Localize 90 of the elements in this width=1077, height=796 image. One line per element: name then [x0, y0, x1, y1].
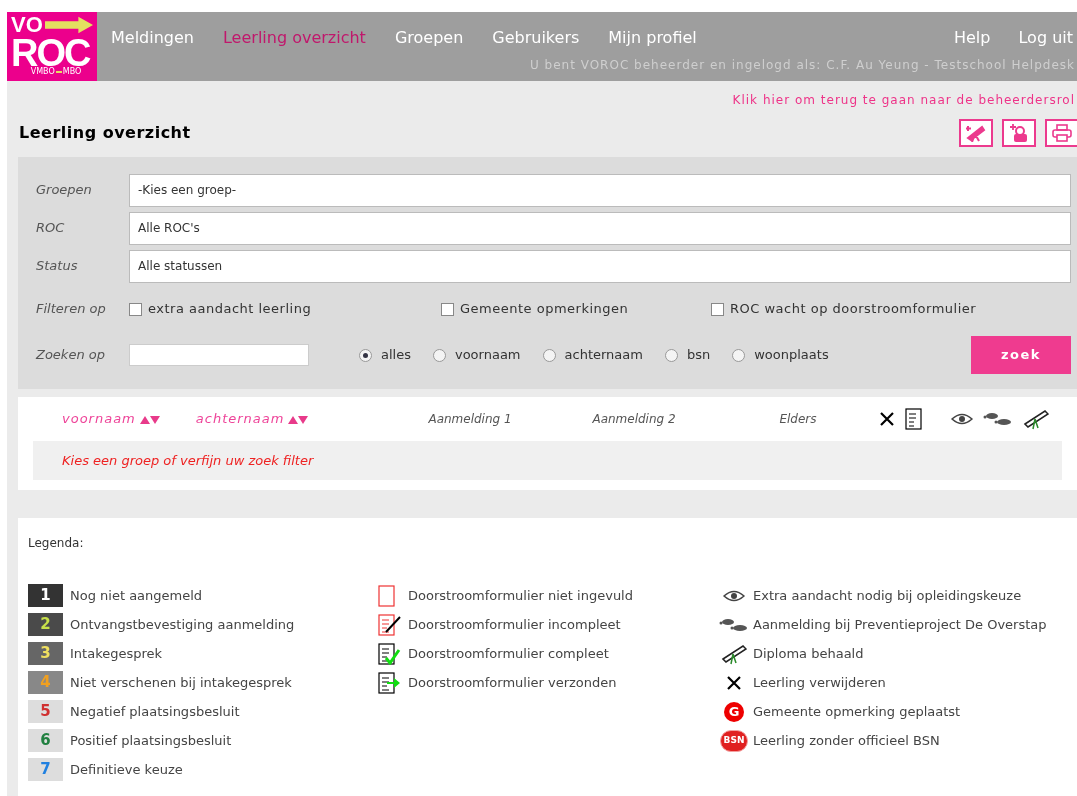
radio-label: achternaam [564, 346, 643, 365]
nav-link[interactable]: Leerling overzicht [223, 26, 366, 50]
select-field[interactable]: -Kies een groep- [129, 173, 1071, 207]
checkbox[interactable] [129, 302, 142, 316]
print-button[interactable] [1045, 119, 1077, 147]
legend-label: Gemeente opmerking geplaatst [753, 702, 961, 721]
legend-label: Leerling zonder officieel BSN [753, 731, 940, 750]
legend-label: Doorstroomformulier incompleet [408, 615, 621, 634]
radio-label: voornaam [454, 346, 521, 365]
gemeente-badge: G [724, 701, 744, 722]
checkbox[interactable] [441, 302, 454, 316]
nav-link[interactable]: Log uit [1018, 26, 1073, 50]
add-person-icon [1009, 123, 1029, 143]
close-icon [879, 411, 896, 427]
legend-label: Doorstroomformulier verzonden [408, 673, 617, 692]
checkbox[interactable] [711, 302, 724, 316]
document-icon [905, 408, 924, 430]
eye-icon [951, 413, 974, 425]
nav-link[interactable]: Meldingen [111, 26, 194, 50]
radio-button[interactable] [732, 348, 746, 362]
status-number: 6 [40, 733, 51, 748]
radio-button[interactable] [542, 348, 556, 362]
field-label: Groepen [36, 181, 93, 200]
logo-text: VO [11, 14, 43, 36]
close-icon [726, 674, 742, 691]
select-field[interactable]: Alle ROC's [129, 211, 1071, 245]
add-student-button[interactable] [1002, 119, 1036, 147]
status-number: 4 [40, 675, 51, 690]
sort-column-header[interactable]: achternaam [195, 409, 285, 429]
radio-label: alles [381, 346, 411, 365]
legend-label: Diploma behaald [753, 644, 864, 663]
legend-label: Niet verschenen bij intakegesprek [70, 673, 292, 692]
search-field[interactable] [129, 344, 309, 366]
legend-label: Extra aandacht nodig bij opleidingskeuze [753, 586, 1022, 605]
column-header: Elders [779, 411, 818, 428]
nav-link[interactable]: Help [954, 26, 991, 50]
legend-label: Definitieve keuze [70, 760, 183, 779]
status-number: 2 [40, 617, 51, 632]
printer-icon [1052, 124, 1072, 142]
radio-label: woonplaats [754, 346, 829, 365]
document-arrow-icon [378, 671, 402, 694]
diploma-button[interactable] [959, 119, 993, 147]
radio-button[interactable] [664, 348, 678, 362]
select-field[interactable]: Alle statussen [129, 249, 1071, 283]
status-number: 7 [40, 762, 51, 777]
legend-label: Aanmelding bij Preventieproject De Overstap [753, 615, 1047, 634]
document-icon [378, 584, 396, 607]
column-header: Aanmelding 2 [592, 411, 677, 428]
sort-arrows-icon [288, 414, 309, 424]
stop-sign-badge: BSN [720, 729, 748, 752]
legend-label: Nog niet aangemeld [70, 586, 203, 605]
search-button[interactable]: zoek [971, 336, 1071, 374]
legend-label: Positief plaatsingsbesluit [70, 731, 232, 750]
document-pen-icon [378, 613, 402, 636]
nav-link[interactable]: Gebruikers [492, 26, 580, 50]
column-header: Aanmelding 1 [428, 411, 513, 428]
legend-label: Ontvangstbevestiging aanmelding [70, 615, 295, 634]
arrow-icon [44, 16, 93, 34]
radio-label: bsn [686, 346, 711, 365]
status-number: 1 [40, 588, 51, 603]
telescope-icon [966, 124, 986, 142]
nav-link[interactable]: Mijn profiel [608, 26, 697, 50]
checkbox-label: Gemeente opmerkingen [460, 300, 629, 319]
footsteps-icon [983, 412, 1014, 426]
sort-arrows-icon [139, 414, 160, 424]
footsteps-icon [719, 617, 749, 632]
legend-label: Intakegesprek [70, 644, 163, 663]
empty-message: Kies een groep of verfijn uw zoek filter [62, 451, 314, 470]
page-title: Leerling overzicht [19, 122, 191, 144]
status-number: 3 [40, 646, 51, 661]
legend-label: Doorstroomformulier niet ingevuld [408, 586, 633, 605]
back-link[interactable]: Klik hier om terug te gaan naar de beheerdersrol [732, 91, 1075, 109]
field-label: Status [36, 257, 79, 276]
checkbox-label: ROC wacht op doorstroomformulier [730, 300, 977, 319]
field-label: ROC [36, 219, 66, 238]
legend-label: Negatief plaatsingsbesluit [70, 702, 240, 721]
radio-button[interactable] [432, 348, 446, 362]
eye-icon [723, 589, 745, 602]
checkbox-label: extra aandacht leerling [148, 300, 312, 319]
sort-column-header[interactable]: voornaam [62, 409, 136, 429]
radio-button[interactable] [359, 348, 372, 362]
document-check-icon [378, 642, 402, 665]
status-number: 5 [40, 704, 51, 719]
nav-link[interactable]: Groepen [394, 26, 464, 50]
legend-title: Legenda: [28, 536, 84, 550]
field-label: Filteren op [36, 300, 107, 319]
legend-label: Leerling verwijderen [753, 673, 886, 692]
legend-label: Doorstroomformulier compleet [408, 644, 609, 663]
field-label: Zoeken op [36, 346, 106, 365]
logo-tagline: MBO [62, 68, 82, 76]
